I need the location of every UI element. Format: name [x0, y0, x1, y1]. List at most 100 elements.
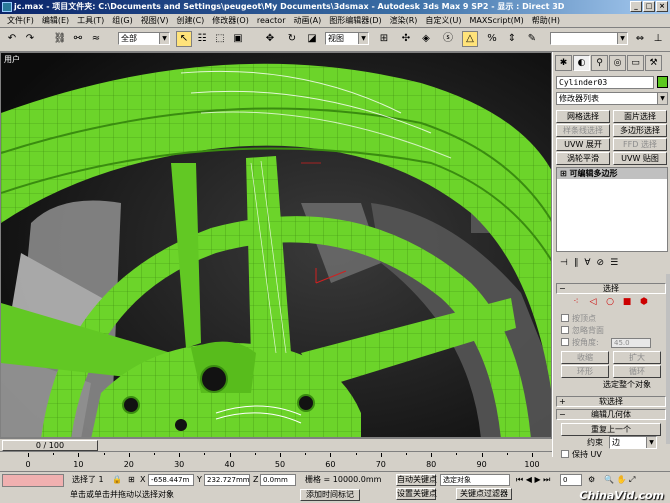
- time-slider[interactable]: 0 / 100: [0, 438, 552, 451]
- angle-spinner[interactable]: 45.0: [611, 338, 651, 348]
- rollout-selection[interactable]: − 选择: [556, 283, 666, 294]
- preserve-uv-checkbox[interactable]: 保持 UV: [561, 450, 602, 460]
- menu-file[interactable]: 文件(F): [3, 14, 38, 28]
- pin-stack-icon[interactable]: ⊣: [560, 256, 568, 270]
- z-coordinate-field[interactable]: 0.0mm: [260, 474, 296, 486]
- rectangular-selection-icon[interactable]: ⬚: [212, 31, 228, 47]
- select-by-name-icon[interactable]: ☷: [194, 31, 210, 47]
- bind-space-warp-icon[interactable]: ≈: [88, 31, 104, 47]
- selection-filter-dropdown[interactable]: 全部 ▼: [118, 32, 170, 45]
- selected-object-dropdown[interactable]: 选定对象: [440, 474, 510, 486]
- turbosmooth-button[interactable]: 涡轮平滑: [556, 152, 610, 165]
- uvw-map-button[interactable]: UVW 贴图: [613, 152, 667, 165]
- absolute-mode-icon[interactable]: ⊞: [128, 474, 135, 486]
- motion-tab-icon[interactable]: ◎: [609, 55, 626, 71]
- reference-coordinate-dropdown[interactable]: 视图 ▼: [325, 32, 369, 45]
- rollout-soft-selection[interactable]: + 软选择: [556, 396, 666, 407]
- stack-item-editable-poly[interactable]: ⊞ 可编辑多边形: [557, 168, 667, 179]
- undo-icon[interactable]: ↶: [4, 31, 20, 47]
- key-filters-button[interactable]: 关键点过滤器: [456, 488, 512, 500]
- vertex-icon[interactable]: ⁖: [569, 296, 583, 308]
- redo-icon[interactable]: ↷: [22, 31, 38, 47]
- mesh-select-button[interactable]: 网格选择: [556, 110, 610, 123]
- add-time-tag-button[interactable]: 添加时间标记: [300, 489, 360, 501]
- poly-select-button[interactable]: 多边形选择: [613, 124, 667, 137]
- minimize-button[interactable]: _: [630, 1, 642, 12]
- border-icon[interactable]: ○: [603, 296, 617, 308]
- select-link-icon[interactable]: ⛓: [52, 31, 68, 47]
- hierarchy-tab-icon[interactable]: ⚲: [591, 55, 608, 71]
- y-coordinate-field[interactable]: 232.727mm: [204, 474, 250, 486]
- track-bar[interactable]: 0 10 20 30 40 50 60 70 80 90 100: [0, 451, 552, 471]
- menu-tools[interactable]: 工具(T): [73, 14, 108, 28]
- time-config-icon[interactable]: ⚙: [588, 474, 595, 486]
- menu-reactor[interactable]: reactor: [253, 14, 290, 28]
- current-frame-field[interactable]: 0: [560, 474, 582, 486]
- edge-icon[interactable]: ◁: [586, 296, 600, 308]
- time-slider-handle[interactable]: 0 / 100: [2, 440, 98, 451]
- select-and-scale-icon[interactable]: ◪: [304, 31, 320, 47]
- select-object-icon[interactable]: ↖: [176, 31, 192, 47]
- named-selection-set-dropdown[interactable]: ▼: [550, 32, 628, 45]
- perspective-viewport[interactable]: 用户: [0, 52, 552, 438]
- menu-help[interactable]: 帮助(H): [528, 14, 564, 28]
- unlink-icon[interactable]: ⚯: [70, 31, 86, 47]
- menu-create[interactable]: 创建(C): [172, 14, 208, 28]
- menu-rendering[interactable]: 渲染(R): [386, 14, 422, 28]
- loop-button[interactable]: 循环: [613, 365, 661, 378]
- patch-select-button[interactable]: 面片选择: [613, 110, 667, 123]
- constraints-dropdown[interactable]: 边 ▼: [609, 436, 657, 449]
- maxscript-listener-field[interactable]: [2, 474, 64, 487]
- align-icon[interactable]: ⊥: [650, 31, 666, 47]
- select-and-move-icon[interactable]: ✥: [262, 31, 278, 47]
- viewport-label[interactable]: 用户: [4, 54, 20, 65]
- keyboard-shortcut-override-icon[interactable]: ◈: [418, 31, 434, 47]
- maximize-button[interactable]: □: [643, 1, 655, 12]
- named-selection-icon[interactable]: ✎: [524, 31, 540, 47]
- menu-maxscript[interactable]: MAXScript(M): [466, 14, 528, 28]
- display-tab-icon[interactable]: ▭: [627, 55, 644, 71]
- grow-button[interactable]: 扩大: [613, 351, 661, 364]
- show-end-result-icon[interactable]: ∥: [574, 256, 579, 270]
- expand-icon[interactable]: ⊞: [560, 169, 570, 178]
- object-color-swatch[interactable]: [657, 76, 668, 88]
- auto-key-button[interactable]: 自动关键点: [396, 474, 437, 486]
- ignore-backfacing-checkbox[interactable]: 忽略背面: [561, 326, 604, 336]
- rollout-edit-geometry[interactable]: − 编辑几何体: [556, 409, 666, 420]
- mirror-icon[interactable]: ⇔: [632, 31, 648, 47]
- window-crossing-icon[interactable]: ▣: [230, 31, 246, 47]
- element-icon[interactable]: ⬢: [637, 296, 651, 308]
- menu-modifiers[interactable]: 修改器(O): [208, 14, 253, 28]
- menu-edit[interactable]: 编辑(E): [38, 14, 73, 28]
- object-name-field[interactable]: Cylinder03: [556, 76, 654, 89]
- configure-modifier-sets-icon[interactable]: ☰: [610, 256, 618, 270]
- snaps-toggle-icon[interactable]: ⓢ: [440, 31, 456, 47]
- angle-snap-icon[interactable]: △: [462, 31, 478, 47]
- shrink-button[interactable]: 收缩: [561, 351, 609, 364]
- command-panel-scrollbar[interactable]: [666, 274, 670, 444]
- select-and-rotate-icon[interactable]: ↻: [284, 31, 300, 47]
- unwrap-uvw-button[interactable]: UVW 展开: [556, 138, 610, 151]
- create-tab-icon[interactable]: ✱: [555, 55, 572, 71]
- viewport-nav-icons[interactable]: 🔍 ✋ ⤢: [604, 474, 635, 486]
- make-unique-icon[interactable]: ∀: [584, 256, 590, 270]
- set-key-button[interactable]: 设置关键点: [396, 488, 437, 500]
- polygon-icon[interactable]: ■: [620, 296, 634, 308]
- utilities-tab-icon[interactable]: ⚒: [645, 55, 662, 71]
- x-coordinate-field[interactable]: -658.447m: [148, 474, 194, 486]
- close-button[interactable]: ×: [656, 1, 668, 12]
- modifier-list-dropdown[interactable]: 修改器列表 ▼: [556, 92, 668, 105]
- menu-animation[interactable]: 动画(A): [289, 14, 325, 28]
- spline-select-button[interactable]: 样条线选择: [556, 124, 610, 137]
- by-vertex-checkbox[interactable]: 按顶点: [561, 314, 596, 324]
- ring-button[interactable]: 环形: [561, 365, 609, 378]
- remove-modifier-icon[interactable]: ⊘: [597, 256, 605, 270]
- modify-tab-icon[interactable]: ◐: [573, 55, 590, 71]
- lock-selection-icon[interactable]: 🔒: [112, 474, 122, 486]
- select-and-manipulate-icon[interactable]: ✣: [398, 31, 414, 47]
- by-angle-checkbox[interactable]: 按角度:: [561, 338, 599, 348]
- ffd-select-button[interactable]: FFD 选择: [613, 138, 667, 151]
- pivot-center-icon[interactable]: ⊞: [376, 31, 392, 47]
- menu-views[interactable]: 视图(V): [137, 14, 173, 28]
- menu-graph-editors[interactable]: 图形编辑器(D): [325, 14, 385, 28]
